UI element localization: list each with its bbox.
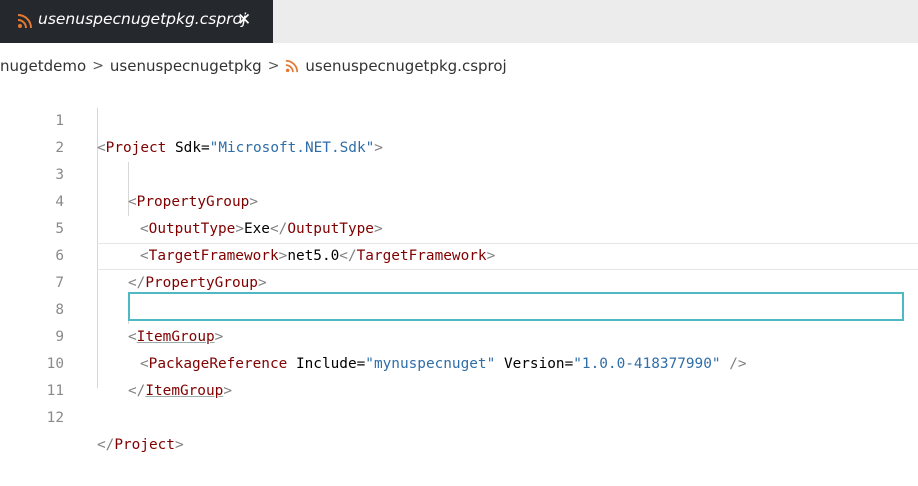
chevron-right-icon: > — [267, 58, 280, 74]
chevron-right-icon: > — [92, 58, 104, 74]
code-line[interactable]: 1 <Project Sdk="Microsoft.NET.Sdk"> — [0, 81, 918, 156]
code-line[interactable]: 3 <PropertyGroup> — [0, 135, 918, 210]
tab-label: usenuspecnugetpkg.csproj — [38, 10, 247, 28]
breadcrumb: nugetdemo > usenuspecnugetpkg > usenuspe… — [0, 53, 507, 79]
highlight-box — [128, 292, 904, 321]
rss-icon — [17, 14, 32, 29]
code-line-current[interactable]: 7 — [0, 243, 918, 291]
current-line-highlight — [97, 243, 918, 270]
code-line[interactable]: 11 — [0, 351, 918, 399]
code-editor[interactable]: 1 <Project Sdk="Microsoft.NET.Sdk"> 2 3 … — [0, 81, 918, 453]
tab-bar: usenuspecnugetpkg.csproj ✕ — [0, 0, 918, 43]
code-line[interactable]: 4 <OutputType>Exe</OutputType> — [0, 162, 918, 237]
breadcrumb-item-file[interactable]: usenuspecnugetpkg.csproj — [305, 57, 506, 75]
breadcrumb-item-project[interactable]: usenuspecnugetpkg — [110, 57, 262, 75]
code-line[interactable]: 12 </Project> — [0, 378, 918, 453]
code-line[interactable]: 2 — [0, 108, 918, 156]
close-icon[interactable]: ✕ — [237, 10, 251, 30]
breadcrumb-item-nugetdemo[interactable]: nugetdemo — [0, 57, 86, 75]
code-text: </Project> — [97, 437, 184, 453]
code-line[interactable]: 6 </PropertyGroup> — [0, 216, 918, 291]
code-line[interactable]: 10 </ItemGroup> — [0, 324, 918, 399]
tab-csproj[interactable]: usenuspecnugetpkg.csproj ✕ — [0, 0, 273, 43]
code-line[interactable]: 5 <TargetFramework>net5.0</TargetFramewo… — [0, 189, 918, 264]
line-number: 12 — [46, 410, 64, 426]
rss-icon — [286, 59, 299, 73]
